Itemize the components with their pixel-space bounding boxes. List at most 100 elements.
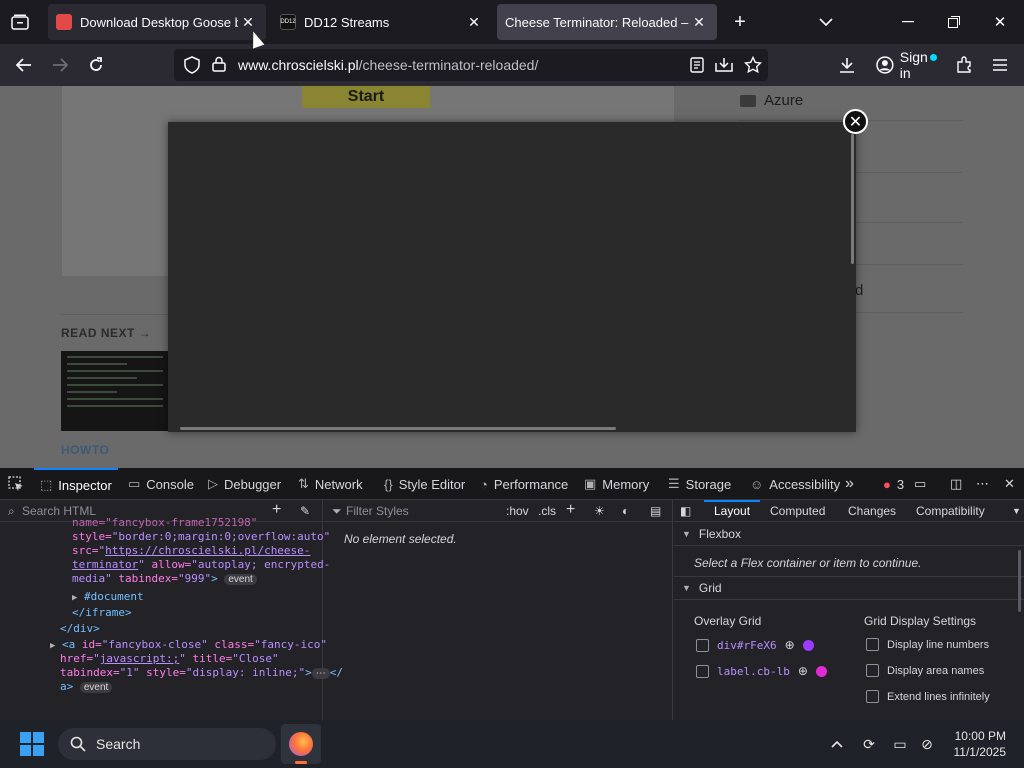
- cls-toggle[interactable]: .cls: [538, 504, 556, 518]
- markup-node-a[interactable]: ▶ <a id="fancybox-close" class="fancy-ic…: [50, 638, 327, 653]
- fancybox-modal[interactable]: [168, 122, 856, 432]
- modal-close-icon[interactable]: ✕: [843, 109, 868, 134]
- menu-icon[interactable]: [986, 51, 1014, 79]
- highlight-target-icon[interactable]: ⊕: [798, 664, 808, 678]
- url-text[interactable]: www.chroscielski.pl/cheese-terminator-re…: [238, 57, 538, 73]
- filter-styles-input[interactable]: Filter Styles: [346, 504, 409, 518]
- article-thumbnail[interactable]: [61, 351, 169, 431]
- chevron-up-icon[interactable]: [825, 732, 849, 756]
- responsive-mode-icon[interactable]: ▭: [914, 468, 926, 500]
- tab-changes[interactable]: Changes: [848, 504, 896, 518]
- sign-in-button[interactable]: Sign in: [870, 49, 942, 81]
- network-icon[interactable]: ▭: [888, 732, 912, 756]
- checkbox[interactable]: [866, 638, 879, 651]
- tab-debugger[interactable]: ▷ Debugger: [208, 468, 281, 500]
- display-line-numbers-option[interactable]: Display line numbers: [866, 638, 989, 651]
- extend-lines-option[interactable]: Extend lines infinitely: [866, 690, 990, 703]
- print-media-icon[interactable]: ▤: [650, 504, 661, 518]
- dark-mode-icon[interactable]: ◐: [622, 504, 629, 518]
- new-tab-button[interactable]: +: [728, 10, 752, 34]
- toggle-panel-icon[interactable]: ◧: [680, 504, 691, 518]
- tab-dd12-streams[interactable]: DD12 DD12 Streams ✕: [272, 4, 492, 40]
- tab-layout[interactable]: Layout: [714, 504, 750, 518]
- sync-icon[interactable]: ⟳: [857, 732, 881, 756]
- system-clock[interactable]: 10:00 PM 11/1/2025: [946, 728, 1007, 760]
- chevron-down-icon[interactable]: [814, 10, 838, 34]
- windows-start-icon[interactable]: [20, 732, 44, 756]
- hov-toggle[interactable]: :hov: [506, 504, 529, 518]
- category-label[interactable]: HOWTO: [61, 443, 109, 457]
- reader-view-icon[interactable]: [690, 57, 704, 76]
- chevron-down-icon[interactable]: ▼: [1012, 506, 1021, 516]
- firefox-taskbar-icon[interactable]: [281, 724, 321, 764]
- checkbox[interactable]: [866, 664, 879, 677]
- reload-button[interactable]: [82, 51, 110, 79]
- grid-color-swatch[interactable]: [802, 639, 814, 651]
- grid-display-settings-heading: Grid Display Settings: [864, 614, 977, 628]
- tab-cheese-terminator[interactable]: Cheese Terminator: Reloaded – Chro... ✕: [497, 4, 717, 40]
- sidebar-item-azure[interactable]: Azure: [740, 92, 803, 109]
- start-button[interactable]: Start: [302, 86, 430, 108]
- checkbox[interactable]: [696, 664, 709, 678]
- grid-color-swatch[interactable]: [815, 665, 827, 677]
- tab-compatibility[interactable]: Compatibility: [916, 504, 985, 518]
- tab-overview-icon[interactable]: [6, 10, 34, 34]
- dock-side-icon[interactable]: ◫: [950, 468, 962, 500]
- tab-style-editor[interactable]: {} Style Editor: [384, 468, 465, 500]
- close-tab-icon[interactable]: ✕: [464, 12, 484, 32]
- highlight-target-icon[interactable]: ⊕: [785, 638, 795, 652]
- tab-memory[interactable]: ▣ Memory: [584, 468, 649, 500]
- close-window-button[interactable]: ✕: [986, 8, 1014, 36]
- url-bar[interactable]: www.chroscielski.pl/cheese-terminator-re…: [174, 49, 768, 81]
- tab-storage[interactable]: ☰ Storage: [668, 468, 731, 500]
- more-tools-icon[interactable]: »: [845, 468, 854, 500]
- flexbox-section-header[interactable]: ▼ Flexbox: [674, 522, 1024, 546]
- tab-performance[interactable]: ◔ Performance: [480, 468, 568, 500]
- save-to-pocket-icon[interactable]: [715, 57, 733, 76]
- collapse-triangle-icon: ▼: [682, 583, 691, 593]
- display-area-names-option[interactable]: Display area names: [866, 664, 984, 677]
- tab-network[interactable]: ⇅ Network: [298, 468, 363, 500]
- maximize-button[interactable]: [940, 8, 968, 36]
- error-count[interactable]: ● 3: [883, 468, 904, 500]
- grid-section-header[interactable]: ▼ Grid: [674, 576, 1024, 600]
- lock-icon[interactable]: [212, 56, 226, 75]
- downloads-button[interactable]: [833, 51, 861, 79]
- eyedropper-icon[interactable]: ✎: [300, 504, 310, 518]
- checkbox[interactable]: [696, 638, 709, 652]
- url-host: www.chroscielski.pl: [238, 57, 359, 73]
- markup-node-document[interactable]: ▶ #document: [72, 590, 144, 605]
- tab-desktop-goose[interactable]: Download Desktop Goose by ... ✕: [48, 4, 266, 40]
- close-devtools-icon[interactable]: ✕: [1004, 468, 1015, 500]
- more-options-icon[interactable]: ⋯: [976, 468, 989, 500]
- volume-icon[interactable]: ⊘: [915, 732, 939, 756]
- minimize-button[interactable]: [894, 8, 922, 36]
- pick-element-icon[interactable]: [8, 476, 24, 495]
- light-mode-icon[interactable]: ☀: [594, 504, 605, 518]
- tab-console[interactable]: ▭ Console: [128, 468, 194, 500]
- event-badge[interactable]: event: [79, 682, 113, 693]
- tab-computed[interactable]: Computed: [770, 504, 825, 518]
- vertical-scrollbar[interactable]: [851, 134, 854, 264]
- tab-accessibility[interactable]: ☺ Accessibility: [750, 468, 840, 500]
- add-rule-icon[interactable]: +: [566, 501, 575, 519]
- event-badge[interactable]: event: [224, 574, 257, 585]
- taskbar-search[interactable]: Search: [58, 728, 276, 760]
- tab-inspector[interactable]: ⬚ Inspector: [34, 468, 118, 500]
- add-node-icon[interactable]: +: [272, 501, 281, 519]
- overlay-grid-item[interactable]: label.cb-lb ⊕: [696, 664, 827, 678]
- forward-button[interactable]: [46, 51, 74, 79]
- sidebar-item-label[interactable]: d: [855, 282, 863, 299]
- extensions-icon[interactable]: [950, 51, 978, 79]
- overlay-grid-item[interactable]: div#rFeX6 ⊕: [696, 638, 814, 652]
- vertical-scrollbar[interactable]: [1018, 550, 1021, 612]
- back-button[interactable]: [10, 51, 38, 79]
- close-tab-icon[interactable]: ✕: [689, 12, 709, 32]
- close-tab-icon[interactable]: ✕: [238, 12, 258, 32]
- checkbox[interactable]: [866, 690, 879, 703]
- horizontal-scrollbar[interactable]: [180, 427, 616, 430]
- markup-line: style="border:0;margin:0;overflow:auto": [72, 530, 331, 543]
- markup-view[interactable]: name="fancybox-frame1752198" style="bord…: [0, 516, 343, 720]
- tracking-protection-icon[interactable]: [184, 56, 200, 77]
- bookmark-star-icon[interactable]: [743, 55, 763, 77]
